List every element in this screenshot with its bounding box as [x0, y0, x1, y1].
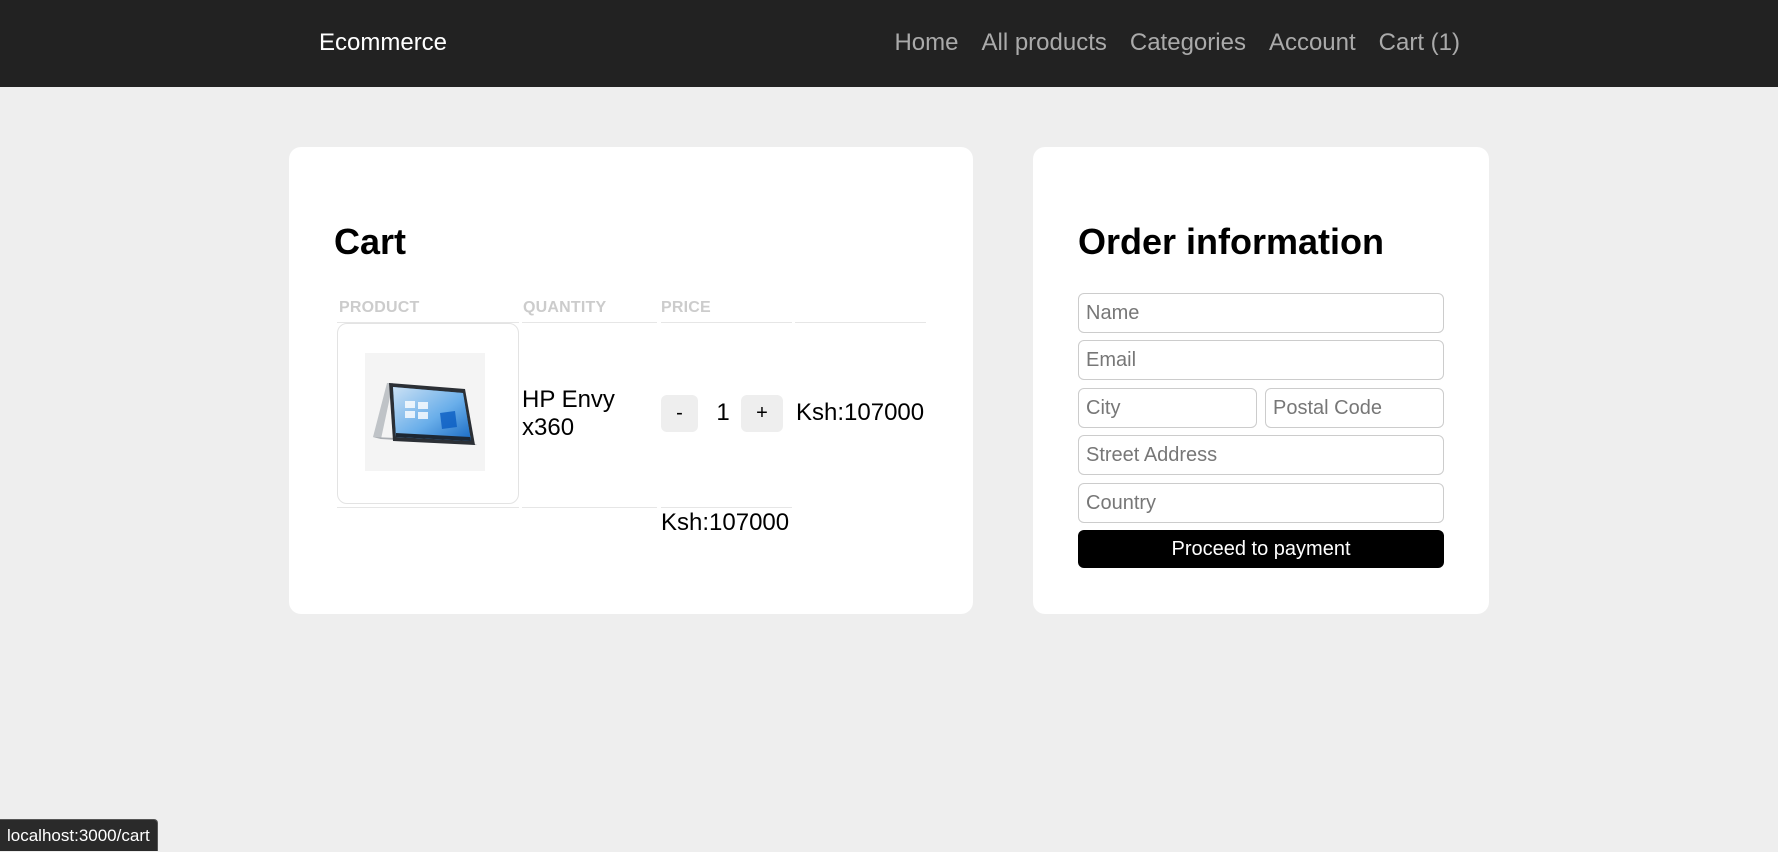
country-input[interactable]	[1078, 483, 1444, 523]
quantity-value: 1	[716, 399, 730, 426]
street-address-input[interactable]	[1078, 435, 1444, 475]
column-header-quantity: QUANTITY	[523, 299, 607, 316]
proceed-to-payment-button[interactable]: Proceed to payment	[1078, 530, 1444, 568]
status-bar-url: localhost:3000/cart	[0, 819, 158, 851]
header-divider	[795, 322, 926, 323]
nav-link-categories[interactable]: Categories	[1130, 29, 1246, 57]
row-divider	[661, 507, 792, 508]
nav-link-all-products[interactable]: All products	[981, 29, 1106, 57]
order-panel: Order information Proceed to payment	[1033, 147, 1489, 614]
product-name[interactable]: HP Envy x360	[522, 386, 652, 442]
postal-code-input[interactable]	[1265, 388, 1444, 428]
name-input[interactable]	[1078, 293, 1444, 333]
city-input[interactable]	[1078, 388, 1257, 428]
email-input[interactable]	[1078, 340, 1444, 380]
decrease-quantity-button[interactable]: -	[661, 395, 698, 432]
top-navbar: Ecommerce Home All products Categories A…	[0, 0, 1778, 87]
header-divider	[522, 322, 657, 323]
nav-link-account[interactable]: Account	[1269, 29, 1356, 57]
cart-title: Cart	[334, 221, 407, 262]
item-price: Ksh:107000	[796, 399, 925, 426]
cart-panel: Cart PRODUCT QUANTITY PRICE HP Envy x360…	[289, 147, 973, 614]
row-divider	[337, 507, 519, 508]
product-image-box	[337, 323, 519, 504]
increase-quantity-button[interactable]: +	[741, 395, 783, 432]
nav-link-cart[interactable]: Cart (1)	[1379, 29, 1460, 57]
header-divider	[661, 322, 792, 323]
cart-total: Ksh:107000	[661, 509, 790, 536]
column-header-product: PRODUCT	[339, 299, 420, 316]
main-nav: Home All products Categories Account Car…	[894, 29, 1460, 57]
column-header-price: PRICE	[661, 299, 711, 316]
nav-link-home[interactable]: Home	[894, 29, 958, 57]
brand-logo-link[interactable]: Ecommerce	[319, 29, 447, 57]
row-divider	[522, 507, 657, 508]
order-title: Order information	[1078, 221, 1385, 262]
laptop-image	[365, 353, 485, 471]
